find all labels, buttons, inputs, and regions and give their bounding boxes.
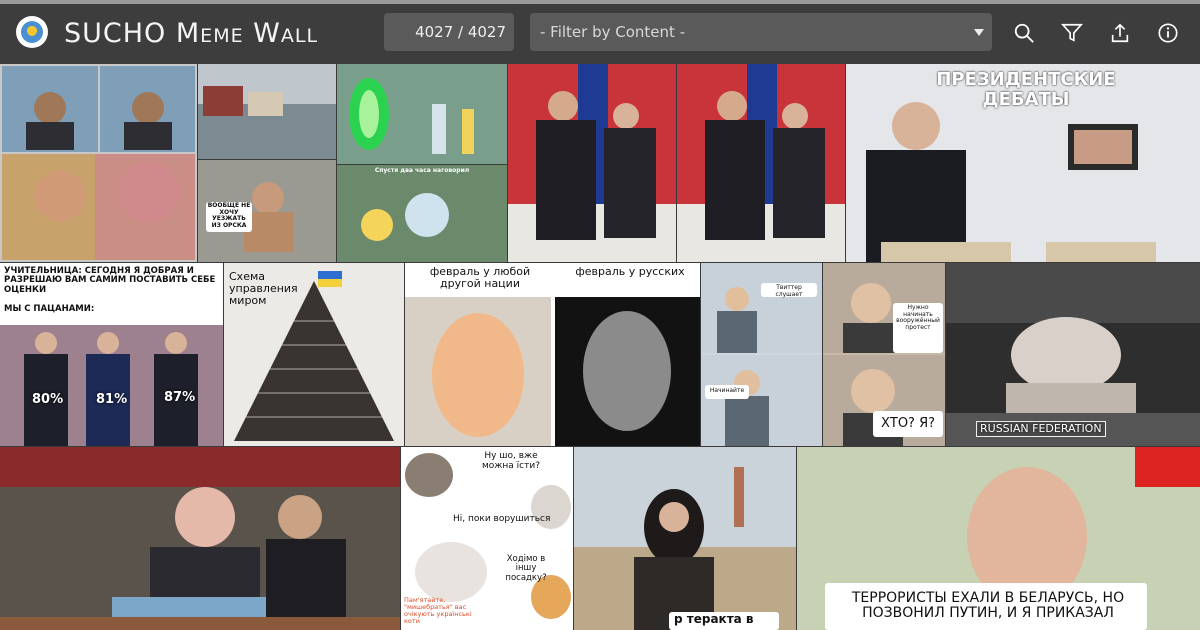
- item-counter[interactable]: 4027 / 4027: [384, 13, 514, 51]
- meme-tile-pig-un[interactable]: RUSSIAN FEDERATION: [946, 263, 1200, 446]
- share-icon[interactable]: [1109, 22, 1131, 44]
- car-caption: ВООБЩЕ НЕ ХОЧУ УЕЗЖАТЬ ИЗ ОРСКА: [207, 202, 251, 229]
- percent-2: 81%: [96, 392, 128, 407]
- search-icon[interactable]: [1013, 22, 1035, 44]
- info-icon[interactable]: [1157, 22, 1179, 44]
- meme-tile-grades[interactable]: УЧИТЕЛЬНИЦА: СЕГОДНЯ Я ДОБРАЯ И РАЗРЕШАЮ…: [0, 263, 223, 446]
- pig-nameplate: RUSSIAN FEDERATION: [976, 421, 1106, 438]
- meme-tile-kim-putin-2[interactable]: [677, 64, 845, 262]
- chevron-down-icon: [974, 29, 984, 36]
- meme-image: [405, 263, 700, 446]
- grades-caption-1: УЧИТЕЛЬНИЦА: СЕГОДНЯ Я ДОБРАЯ И РАЗРЕШАЮ…: [4, 266, 216, 295]
- meme-image: [198, 64, 336, 159]
- sucho-logo[interactable]: [16, 16, 48, 48]
- cat-caption-1: Ну шо, вже можна їсти?: [482, 451, 540, 471]
- app-title: SUCHO Meme Wall: [64, 18, 319, 49]
- meme-tile-pyramid[interactable]: Схема управления миром: [224, 263, 404, 446]
- lukashenko-caption: ТЕРРОРИСТЫ ЕХАЛИ В БЕЛАРУСЬ, НО ПОЗВОНИЛ…: [851, 590, 1125, 622]
- meme-image: [0, 447, 400, 630]
- funnel-icon[interactable]: [1060, 22, 1084, 44]
- meme-tile-pig-council[interactable]: [0, 447, 400, 630]
- meme-tile-flood-street[interactable]: [198, 64, 336, 159]
- meme-tile-grandma[interactable]: Нужно начинать вооружённый протест ХТО? …: [823, 263, 945, 446]
- top-bar: SUCHO Meme Wall 4027 / 4027 - Filter by …: [0, 0, 1200, 64]
- feb-right-caption: февраль у русских: [575, 265, 685, 278]
- percent-3: 87%: [164, 390, 196, 405]
- content-filter-select[interactable]: - Filter by Content -: [530, 13, 992, 51]
- meme-image: [337, 165, 507, 262]
- meme-tile-hijab-launcher[interactable]: р теракта в: [574, 447, 796, 630]
- operator-caption-1: Твиттер слушает: [775, 284, 803, 298]
- pyramid-title: Схема управления миром: [229, 270, 298, 308]
- grandma-caption-1: Нужно начинать вооружённый протест: [896, 304, 940, 331]
- grades-caption-2: МЫ С ПАЦАНАМИ:: [4, 304, 95, 314]
- meme-image: [337, 64, 507, 164]
- meme-tile-car-woman[interactable]: ВООБЩЕ НЕ ХОЧУ УЕЗЖАТЬ ИЗ ОРСКА: [198, 160, 336, 262]
- meme-image: [677, 64, 845, 262]
- meme-image: [2, 66, 195, 260]
- meme-image: [574, 447, 796, 630]
- cat-caption-2: Ні, поки ворушиться: [453, 514, 551, 524]
- meme-tile-cats[interactable]: Ну шо, вже можна їсти? Ні, поки ворушить…: [401, 447, 573, 630]
- operator-caption-2: Начинайте: [709, 387, 745, 394]
- meme-tile-february[interactable]: февраль у любой другой нации февраль у р…: [405, 263, 700, 446]
- cat-caption-4: Пам'ятайте, "мишебратья" вас очікують ук…: [404, 596, 472, 626]
- meme-tile-kim-putin-1[interactable]: [508, 64, 676, 262]
- percent-1: 80%: [32, 392, 64, 407]
- meme-image: [946, 263, 1200, 446]
- debates-caption: ПРЕЗИДЕНТСКИЕ ДЕБАТЫ: [936, 69, 1116, 110]
- logo-emblem: [21, 21, 43, 43]
- filter-placeholder: - Filter by Content -: [540, 23, 686, 41]
- meme-tile-operator[interactable]: Твиттер слушает Начинайте: [701, 263, 822, 446]
- grandma-caption-2: ХТО? Я?: [880, 416, 936, 431]
- meme-image: [508, 64, 676, 262]
- meme-tile-presidential-debates[interactable]: ПРЕЗИДЕНТСКИЕ ДЕБАТЫ: [846, 64, 1200, 262]
- meme-tile-rick-portal[interactable]: [337, 64, 507, 164]
- meme-tile-rick-car[interactable]: Спустя два часа наговорил: [337, 165, 507, 262]
- feb-left-caption: февраль у любой другой нации: [429, 265, 531, 291]
- meme-tile-lukashenko[interactable]: ТЕРРОРИСТЫ ЕХАЛИ В БЕЛАРУСЬ, НО ПОЗВОНИЛ…: [797, 447, 1200, 630]
- rick-caption: Спустя два часа наговорил: [374, 167, 470, 174]
- cat-caption-3: Ходімо в іншу посадку?: [505, 554, 547, 583]
- teract-caption: р теракта в: [674, 612, 754, 626]
- meme-tile-el-risitas[interactable]: [0, 64, 197, 262]
